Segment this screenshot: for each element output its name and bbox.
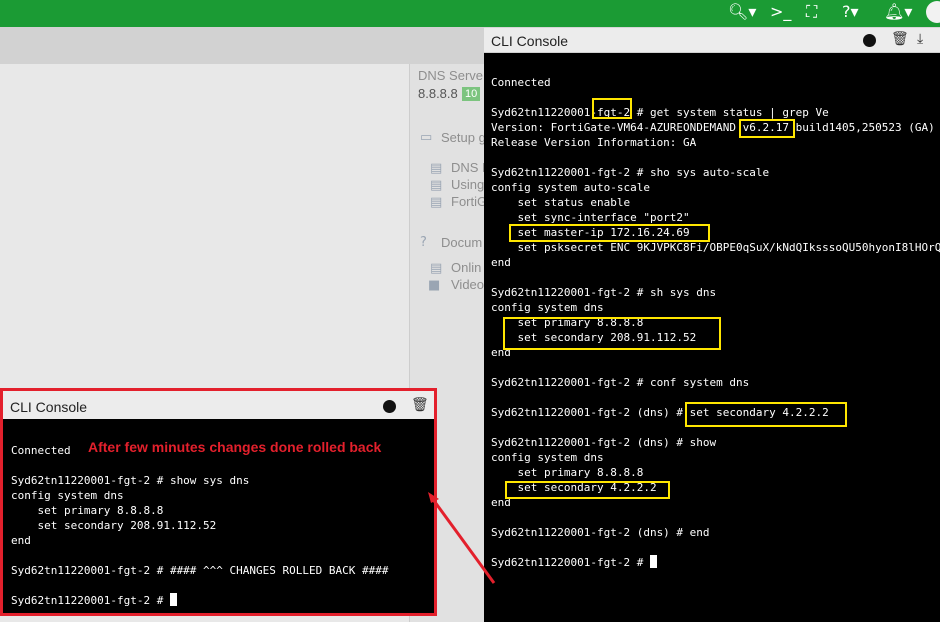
rollback-annotation: After few minutes changes done rolled ba… [88, 439, 382, 455]
cli-console-popup: CLI Console 🗑︎ Connected Syd62tn11220001-… [0, 388, 437, 616]
console-line: Syd62tn11220001-fgt-2 # [491, 555, 657, 570]
user-avatar[interactable] [926, 1, 940, 23]
console-line: Syd62tn11220001-fgt-2 # show sys dns [11, 474, 250, 487]
documentation-label: Docum [441, 235, 483, 250]
dns-servers-label: DNS Serve [418, 68, 484, 83]
video-icon: ■ [428, 278, 441, 293]
setup-icon: ▭ [420, 130, 433, 145]
console-line: Connected [491, 76, 551, 89]
highlight-version [739, 119, 795, 138]
book-icon: ▤ [430, 261, 443, 276]
dns-server-value: 8.8.8.8 [418, 86, 458, 101]
console-line: config system auto-scale [491, 181, 650, 194]
setup-guides-label: Setup g [441, 130, 486, 145]
console-line: set psksecret ENC 9KJVPKC8Fi/OBPE0qSuX/k… [491, 241, 940, 254]
highlight-set-secondary [685, 402, 847, 427]
book-icon: ▤ [430, 161, 443, 176]
guide-link-2[interactable]: Using [451, 177, 484, 192]
console-line: set primary 8.8.8.8 [11, 504, 164, 517]
guide-link-1[interactable]: DNS I [451, 160, 486, 175]
console-line: set sync-interface "port2" [491, 211, 690, 224]
download-icon[interactable]: ⤓ [917, 31, 923, 47]
console-line: Release Version Information: GA [491, 136, 697, 149]
console-line: set secondary 208.91.112.52 [11, 519, 217, 532]
highlight-hostname [592, 98, 632, 119]
console-line: set status enable [491, 196, 631, 209]
highlight-original-dns [503, 317, 721, 350]
console-line: Syd62tn11220001-fgt-2 # sho sys auto-sca… [491, 166, 770, 179]
console-line: end [11, 534, 31, 547]
search-icon[interactable]: 🔍︎▾ [728, 2, 756, 22]
highlight-master-ip [509, 224, 710, 242]
console-line: Syd62tn11220001-fgt-2 # #### ^^^ CHANGES… [11, 564, 389, 577]
cursor [649, 555, 657, 568]
console-line: Syd62tn11220001-fgt-2 # [11, 593, 177, 608]
console-line: Syd62tn11220001-fgt-2 # conf system dns [491, 376, 750, 389]
console-line: config system dns [11, 489, 124, 502]
console-line: Syd62tn11220001-fgt-2 # get system statu… [491, 106, 829, 119]
console-line: set primary 8.8.8.8 [491, 466, 644, 479]
console-line: Connected [11, 444, 71, 457]
background-header-strip [0, 27, 484, 64]
question-icon: ? [420, 235, 427, 250]
console-line: Syd62tn11220001-fgt-2 # sh sys dns [491, 286, 717, 299]
doc-link-video[interactable]: Video [451, 277, 484, 292]
book-icon: ▤ [430, 195, 443, 210]
cursor [169, 593, 177, 606]
console-line: config system dns [491, 451, 604, 464]
console-line: Syd62tn11220001-fgt-2 (dns) # show [491, 436, 717, 449]
highlight-new-secondary [505, 481, 670, 499]
popup-console-output[interactable]: Connected Syd62tn11220001-fgt-2 # show sy… [11, 443, 431, 613]
dns-count-badge: 10 [462, 87, 481, 101]
doc-link-online[interactable]: Onlin [451, 260, 481, 275]
terminal-icon[interactable]: >_ [770, 2, 791, 22]
trash-icon[interactable]: 🗑︎ [891, 31, 909, 47]
book-icon: ▤ [430, 178, 443, 193]
console-line: Syd62tn11220001-fgt-2 (dns) # end [491, 526, 710, 539]
bell-icon[interactable]: 🔔︎▾ [884, 2, 912, 22]
trash-icon[interactable]: 🗑︎ [411, 397, 429, 413]
console-line: end [491, 256, 511, 269]
fullscreen-icon[interactable]: ⛶ [806, 2, 817, 22]
record-icon[interactable] [863, 34, 876, 47]
help-icon[interactable]: ?▾ [842, 2, 859, 22]
console-header: CLI Console 🗑︎ ⤓ [484, 28, 940, 53]
console-line: Version: FortiGate-VM64-AZUREONDEMAND v6… [491, 121, 935, 134]
popup-title: CLI Console [10, 399, 88, 415]
popup-header: CLI Console 🗑︎ [3, 391, 434, 419]
console-title: CLI Console [491, 33, 569, 49]
guide-link-3[interactable]: FortiG [451, 194, 487, 209]
cli-console-main: CLI Console 🗑︎ ⤓ Connected Syd62tn1122000… [484, 28, 940, 622]
console-line: config system dns [491, 301, 604, 314]
top-navigation-bar: 🔍︎▾ >_ ⛶ ?▾ 🔔︎▾ [0, 0, 940, 27]
record-icon[interactable] [383, 400, 396, 413]
